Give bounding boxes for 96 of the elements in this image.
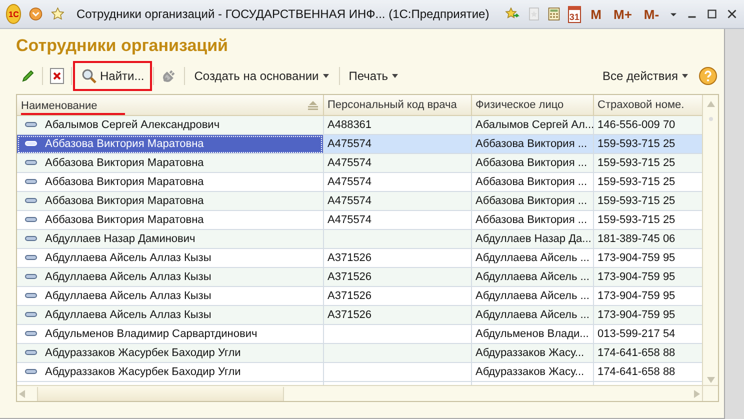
table-row[interactable]: Абдуллаева Айсель Аллаз Кызы А371526 Абдуллаева Айсель ... 173-904-759 95 xyxy=(17,306,702,324)
column-title: Персональный код врача xyxy=(328,99,457,111)
element-icon xyxy=(25,122,37,128)
scroll-thumb-icon[interactable] xyxy=(706,115,714,123)
element-icon xyxy=(25,331,37,337)
element-icon xyxy=(25,141,37,147)
person-cell: Абдураззаков Жасу... xyxy=(471,344,593,362)
name-text: Абдуллаев Назар Даминович xyxy=(45,233,196,245)
code-cell: А475574 xyxy=(323,134,471,154)
name-text: Аббазова Виктория Маратовна xyxy=(45,195,204,207)
insurance-number-cell: 174-641-658 88 xyxy=(593,344,702,362)
name-text: Аббазова Виктория Маратовна xyxy=(45,214,204,226)
person-cell: Абдуллаев Назар Да... xyxy=(471,230,593,248)
element-icon xyxy=(25,236,37,242)
memory-button[interactable]: M+ xyxy=(611,6,634,22)
column-header[interactable]: Страховой номе. xyxy=(593,95,702,116)
name-text: Абдураззаков Жасурбек Баходир Угли xyxy=(45,366,241,378)
table-row[interactable]: Абалымов Сергей Александрович А488361 Абалымов Сергей Ал... 146-556-009 70 xyxy=(17,116,702,134)
dropdown-icon[interactable] xyxy=(29,5,43,23)
person-cell: Аббазова Виктория ... xyxy=(471,134,593,154)
memory-button[interactable]: M xyxy=(588,6,604,22)
element-icon xyxy=(25,255,37,261)
scroll-up-icon[interactable] xyxy=(706,99,716,109)
calendar-button[interactable]: 31 xyxy=(568,6,581,22)
element-icon xyxy=(25,350,37,356)
name-text: Абдуллаева Айсель Аллаз Кызы xyxy=(45,290,212,302)
person-cell: Абдуллаева Айсель ... xyxy=(471,268,593,286)
table-row[interactable]: Аббазова Виктория Маратовна А475574 Аббазова Виктория ... 159-593-715 25 xyxy=(17,134,702,154)
name-text: Абдульменов Владимир Сарвартдинович xyxy=(45,328,258,340)
person-cell: Аббазова Виктория ... xyxy=(471,192,593,210)
name-text: Абдуллаева Айсель Аллаз Кызы xyxy=(45,252,212,264)
window-title: Сотрудники организаций - ГОСУДАРСТВЕННАЯ ИНФ... (1С:Предприятие) xyxy=(76,7,490,21)
code-cell: А488361 xyxy=(323,116,471,134)
scroll-left-icon[interactable] xyxy=(17,388,27,398)
column-title: Физическое лицо xyxy=(476,99,564,111)
name-text: Аббазова Виктория Маратовна xyxy=(45,176,204,188)
code-cell: А371526 xyxy=(323,268,471,286)
insurance-number-cell: 159-593-715 25 xyxy=(593,192,702,210)
scroll-right-icon[interactable] xyxy=(692,388,702,398)
element-icon xyxy=(25,160,37,166)
sort-icon xyxy=(306,100,318,110)
caret-icon xyxy=(322,72,330,80)
scroll-thumb[interactable] xyxy=(38,386,284,400)
all-actions-button[interactable]: Все действия xyxy=(600,67,692,85)
code-cell: А475574 xyxy=(323,154,471,172)
caret-icon xyxy=(391,72,400,80)
name-text: Аббазова Виктория Маратовна xyxy=(45,157,204,169)
element-icon xyxy=(25,198,37,204)
column-header[interactable]: Физическое лицо xyxy=(471,95,593,116)
form-title: Сотрудники организаций xyxy=(16,35,228,57)
print-button[interactable]: Печать xyxy=(346,67,402,85)
insurance-number-cell: 181-389-745 06 xyxy=(593,230,702,248)
code-cell: А371526 xyxy=(323,306,471,324)
insurance-number-cell: 173-904-759 95 xyxy=(593,268,702,286)
name-text: Аббазова Виктория Маратовна xyxy=(45,138,204,150)
table-row[interactable]: Абдуллаев Назар Даминович Абдуллаев Назар Да... 181-389-745 06 xyxy=(17,230,702,248)
insurance-number-cell: 159-593-715 25 xyxy=(593,154,702,172)
person-cell: Абдуллаева Айсель ... xyxy=(471,306,593,324)
table-row[interactable]: Аббазова Виктория Маратовна А475574 Аббазова Виктория ... 159-593-715 25 xyxy=(17,192,702,210)
name-text: Абдуллаева Айсель Аллаз Кызы xyxy=(45,309,212,321)
pencil-icon[interactable] xyxy=(20,68,36,84)
column-header[interactable]: Наименование xyxy=(17,95,323,116)
name-text: Абдуллаева Айсель Аллаз Кызы xyxy=(45,271,212,283)
table-row[interactable]: Абдураззаков Жасурбек Баходир Угли Абдураззаков Жасу... 174-641-658 88 xyxy=(17,362,702,382)
help-icon[interactable] xyxy=(698,66,718,86)
vertical-scrollbar[interactable] xyxy=(702,95,718,385)
person-cell: Абдураззаков Жасу... xyxy=(471,362,593,382)
calculator-icon[interactable] xyxy=(548,5,560,23)
table-row[interactable]: Абдураззаков Жасурбек Баходир Угли Абдураззаков Жасу... 174-641-658 88 xyxy=(17,344,702,362)
create-based-on-button[interactable]: Создать на основании xyxy=(191,67,333,85)
element-icon xyxy=(25,217,37,223)
column-header[interactable]: Персональный код врача xyxy=(323,95,471,116)
code-cell: А475574 xyxy=(323,192,471,210)
scrollbar-corner xyxy=(702,385,718,401)
horizontal-scrollbar[interactable] xyxy=(17,385,702,401)
element-icon xyxy=(25,293,37,299)
person-cell: Абалымов Сергей Ал... xyxy=(471,116,593,134)
element-icon xyxy=(25,312,37,318)
name-text: Абалымов Сергей Александрович xyxy=(45,119,220,131)
element-icon xyxy=(25,369,37,375)
find-button[interactable]: Найти... xyxy=(78,66,148,86)
column-title: Страховой номе. xyxy=(598,99,684,111)
insurance-number-cell: 146-556-009 70 xyxy=(593,116,702,134)
name-text: Абдураззаков Жасурбек Баходир Угли xyxy=(45,347,241,359)
search-icon xyxy=(81,68,97,84)
app-logo[interactable]: 1С xyxy=(6,4,22,24)
element-icon xyxy=(25,179,37,185)
insurance-number-cell: 173-904-759 95 xyxy=(593,306,702,324)
table-row[interactable]: Абдуллаева Айсель Аллаз Кызы А371526 Абдуллаева Айсель ... 173-904-759 95 xyxy=(17,268,702,286)
person-cell: Аббазова Виктория ... xyxy=(471,154,593,172)
table-row[interactable]: Аббазова Виктория Маратовна А475574 Аббазова Виктория ... 159-593-715 25 xyxy=(17,154,702,172)
delete-icon[interactable] xyxy=(49,67,65,85)
memory-button[interactable]: M- xyxy=(642,6,662,22)
element-icon xyxy=(25,274,37,280)
caret-icon xyxy=(681,72,689,80)
insurance-number-cell: 159-593-715 25 xyxy=(593,134,702,154)
